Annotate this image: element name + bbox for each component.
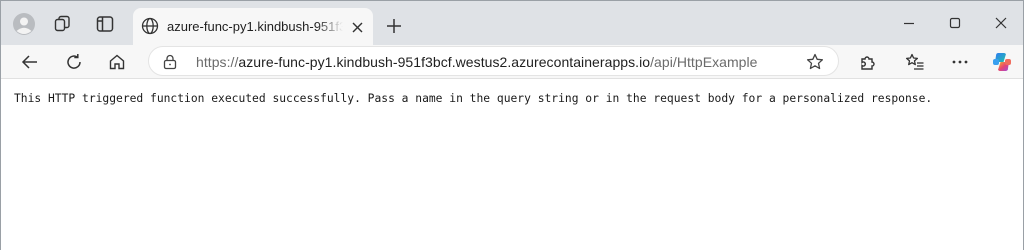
tab-title: azure-func-py1.kindbush-951f3bcf.westus2…: [167, 19, 343, 34]
browser-window: azure-func-py1.kindbush-951f3bcf.westus2…: [0, 0, 1024, 250]
url-scheme: https://: [196, 54, 239, 70]
close-icon[interactable]: [346, 16, 368, 38]
toolbar: https://azure-func-py1.kindbush-951f3bcf…: [1, 45, 1023, 79]
url-text: https://azure-func-py1.kindbush-951f3bcf…: [196, 54, 758, 70]
page-content: This HTTP triggered function executed su…: [1, 80, 1023, 250]
copilot-icon[interactable]: [987, 47, 1017, 77]
puzzle-icon[interactable]: [853, 47, 883, 77]
back-arrow-icon[interactable]: [15, 47, 45, 77]
lock-icon[interactable]: [161, 53, 179, 71]
plus-icon[interactable]: [381, 13, 407, 39]
minimize-icon[interactable]: [894, 9, 924, 37]
profile-icon[interactable]: [10, 10, 38, 38]
tab-active[interactable]: azure-func-py1.kindbush-951f3bcf.westus2…: [133, 8, 373, 45]
favorites-list-icon[interactable]: [900, 47, 930, 77]
vertical-tabs-icon[interactable]: [91, 10, 119, 38]
globe-icon: [139, 15, 161, 37]
address-bar[interactable]: https://azure-func-py1.kindbush-951f3bcf…: [148, 46, 839, 76]
maximize-icon[interactable]: [940, 9, 970, 37]
workspaces-icon[interactable]: [49, 10, 77, 38]
url-host: azure-func-py1.kindbush-951f3bcf.westus2…: [238, 54, 651, 70]
more-icon[interactable]: [945, 47, 975, 77]
tab-strip: azure-func-py1.kindbush-951f3bcf.westus2…: [1, 1, 1023, 45]
url-path: /api/HttpExample: [650, 54, 758, 70]
refresh-icon[interactable]: [59, 47, 89, 77]
close-window-icon[interactable]: [986, 9, 1016, 37]
home-icon[interactable]: [102, 47, 132, 77]
star-icon[interactable]: [804, 51, 826, 73]
response-text: This HTTP triggered function executed su…: [14, 92, 933, 105]
